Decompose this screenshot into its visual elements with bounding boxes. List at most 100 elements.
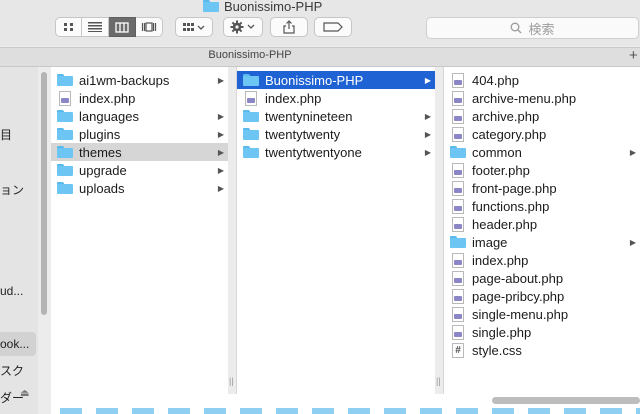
gallery-view-button[interactable] xyxy=(136,17,163,37)
gear-icon xyxy=(230,20,255,34)
tags-button[interactable] xyxy=(314,17,352,37)
item-name: ai1wm-backups xyxy=(79,72,170,88)
file-row[interactable]: page-about.php xyxy=(444,269,640,287)
item-name: twentytwentyone xyxy=(265,144,362,160)
eject-icon[interactable]: ⏏ xyxy=(20,388,29,399)
php-file-icon xyxy=(452,90,464,106)
disclosure-arrow-icon: ▶ xyxy=(217,111,224,121)
share-button[interactable] xyxy=(270,17,308,37)
file-row[interactable]: 404.php xyxy=(444,71,640,89)
item-name: archive.php xyxy=(472,108,540,124)
sidebar-item[interactable]: ョン xyxy=(0,181,24,198)
file-row[interactable]: functions.php xyxy=(444,197,640,215)
php-file-icon xyxy=(452,252,464,268)
file-row[interactable]: index.php xyxy=(237,89,435,107)
disclosure-arrow-icon: ▶ xyxy=(217,183,224,193)
item-name: twentynineteen xyxy=(265,108,353,124)
folder-row[interactable]: Buonissimo-PHP ▶ xyxy=(237,71,435,89)
folder-icon xyxy=(57,164,73,176)
item-name: header.php xyxy=(472,216,538,232)
folder-icon xyxy=(57,128,73,140)
php-file-icon xyxy=(452,162,464,178)
folder-row[interactable]: languages ▶ xyxy=(51,107,228,125)
item-name: index.php xyxy=(79,90,136,106)
view-mode-segmented-control[interactable] xyxy=(55,17,163,37)
tab-title[interactable]: Buonissimo-PHP xyxy=(0,49,500,61)
folder-icon xyxy=(57,182,73,194)
browser-column-3: 404.php archive-menu.php archive.php catego… xyxy=(444,67,640,394)
item-name: image xyxy=(472,234,508,250)
file-row[interactable]: category.php xyxy=(444,125,640,143)
column-resize-handle[interactable]: || xyxy=(229,376,234,386)
php-file-icon xyxy=(452,126,464,142)
php-file-icon xyxy=(452,180,464,196)
file-row[interactable]: footer.php xyxy=(444,161,640,179)
sidebar-item[interactable]: 目 xyxy=(0,126,12,143)
browser-column-2: Buonissimo-PHP ▶ index.php twentynineteen ▶ t… xyxy=(237,67,435,394)
gallery-view-icon xyxy=(141,22,157,32)
php-file-icon xyxy=(245,90,257,106)
folder-row[interactable]: ai1wm-backups ▶ xyxy=(51,71,228,89)
folder-row[interactable]: image ▶ xyxy=(444,233,640,251)
item-name: style.css xyxy=(472,342,522,358)
folder-row[interactable]: plugins ▶ xyxy=(51,125,228,143)
file-row[interactable]: header.php xyxy=(444,215,640,233)
folder-row[interactable]: twentynineteen ▶ xyxy=(237,107,435,125)
sidebar-item[interactable]: スク xyxy=(0,362,24,379)
file-row[interactable]: single.php xyxy=(444,323,640,341)
folder-row[interactable]: twentytwentyone ▶ xyxy=(237,143,435,161)
folder-icon xyxy=(57,146,73,158)
item-name: uploads xyxy=(79,180,125,196)
folder-row[interactable]: twentytwenty ▶ xyxy=(237,125,435,143)
group-by-button[interactable] xyxy=(175,17,213,37)
new-tab-button[interactable]: + xyxy=(629,48,638,64)
icon-view-button[interactable] xyxy=(55,17,82,37)
action-button[interactable] xyxy=(223,17,263,37)
item-name: twentytwenty xyxy=(265,126,341,142)
search-field[interactable]: 検索 xyxy=(426,17,639,39)
folder-row[interactable]: upgrade ▶ xyxy=(51,161,228,179)
disclosure-arrow-icon: ▶ xyxy=(217,165,224,175)
file-row[interactable]: # style.css xyxy=(444,341,640,359)
horizontal-scrollbar[interactable] xyxy=(492,397,640,404)
sidebar-item[interactable]: ud... xyxy=(0,284,23,298)
item-name: languages xyxy=(79,108,139,124)
folder-row[interactable]: uploads ▶ xyxy=(51,179,228,197)
item-name: single-menu.php xyxy=(472,306,569,322)
disclosure-arrow-icon: ▶ xyxy=(629,237,636,247)
folder-icon xyxy=(243,128,259,140)
item-name: page-pribcy.php xyxy=(472,288,565,304)
file-row[interactable]: index.php xyxy=(51,89,228,107)
file-row[interactable]: index.php xyxy=(444,251,640,269)
disclosure-arrow-icon: ▶ xyxy=(217,75,224,85)
list-view-button[interactable] xyxy=(82,17,109,37)
tag-icon xyxy=(323,22,343,32)
next-row-folders xyxy=(60,408,640,414)
item-name: plugins xyxy=(79,126,121,142)
file-row[interactable]: front-page.php xyxy=(444,179,640,197)
column-divider[interactable] xyxy=(236,67,237,394)
folder-row[interactable]: themes ▶ xyxy=(51,143,228,161)
column-divider[interactable] xyxy=(443,67,444,394)
sidebar-item-selected[interactable]: ook... xyxy=(0,337,29,351)
file-row[interactable]: archive-menu.php xyxy=(444,89,640,107)
disclosure-arrow-icon: ▶ xyxy=(424,129,431,139)
file-row[interactable]: archive.php xyxy=(444,107,640,125)
folder-icon xyxy=(57,74,73,86)
item-name: 404.php xyxy=(472,72,519,88)
file-row[interactable]: page-pribcy.php xyxy=(444,287,640,305)
item-name: Buonissimo-PHP xyxy=(265,72,364,88)
sidebar-scrollbar[interactable] xyxy=(41,72,47,315)
item-name: footer.php xyxy=(472,162,530,178)
column-view-button[interactable] xyxy=(109,17,136,37)
disclosure-arrow-icon: ▶ xyxy=(217,129,224,139)
folder-row[interactable]: common ▶ xyxy=(444,143,640,161)
search-placeholder: 検索 xyxy=(528,21,555,37)
php-file-icon xyxy=(452,324,464,340)
item-name: themes xyxy=(79,144,122,160)
column-resize-handle[interactable]: || xyxy=(436,376,441,386)
php-file-icon xyxy=(452,288,464,304)
php-file-icon xyxy=(452,108,464,124)
file-row[interactable]: single-menu.php xyxy=(444,305,640,323)
folder-icon xyxy=(450,236,466,248)
